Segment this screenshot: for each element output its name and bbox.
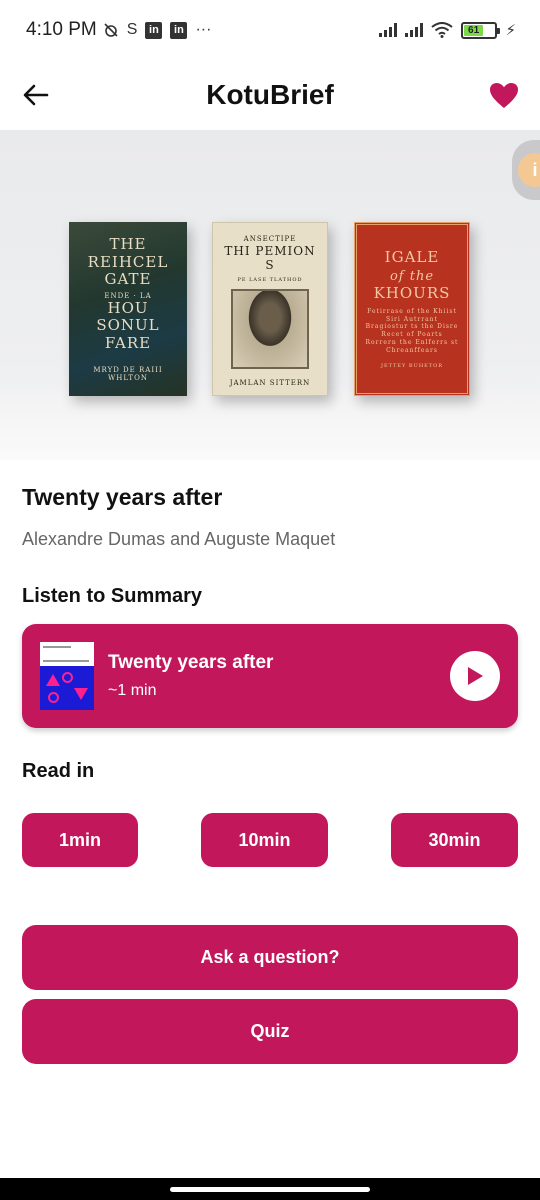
linkedin-icon: in [170, 21, 188, 39]
app-bar: KotuBrief [0, 60, 540, 130]
alarm-off-icon [104, 23, 118, 37]
status-time: 4:10 PM [26, 19, 97, 40]
book-title: Twenty years after [22, 484, 223, 510]
read-1min-button[interactable]: 1min [22, 813, 138, 867]
charging-icon: ⚡ [505, 22, 516, 39]
quiz-button[interactable]: Quiz [22, 999, 518, 1064]
portrait-illustration [231, 288, 309, 369]
battery-level: 61 [464, 24, 483, 36]
play-button[interactable] [450, 651, 500, 701]
s-icon: S [126, 21, 138, 38]
book-cover-3: IGALE of the KHOURS Fetirrase of the Khi… [354, 222, 470, 396]
floating-assistant-button[interactable]: i [512, 140, 540, 200]
battery-percent: 61 [468, 24, 480, 36]
book-cover-3-title: IGALE of the KHOURS [373, 248, 451, 302]
listen-heading: Listen to Summary [22, 585, 203, 607]
audio-duration: ~1 min [108, 682, 157, 699]
hero-floor [0, 390, 540, 460]
coin-icon: i [518, 153, 540, 187]
read-10min-button[interactable]: 10min [201, 813, 328, 867]
wifi-icon [431, 22, 454, 38]
signal-icon [379, 23, 398, 37]
read-in-heading: Read in [22, 760, 95, 782]
overflow-dots-icon: ··· [195, 21, 212, 38]
status-system: 61 ⚡ [379, 21, 516, 39]
back-button[interactable] [14, 73, 58, 117]
ask-question-button[interactable]: Ask a question? [22, 925, 518, 990]
system-nav-bar [0, 1178, 540, 1200]
status-bar: 4:10 PM S in in ··· 61 ⚡ [0, 0, 540, 60]
signal-icon [405, 23, 424, 37]
favorite-button[interactable] [482, 73, 526, 117]
status-notifications: S in in ··· [103, 21, 212, 39]
audio-text: Twenty years after ~1 min [108, 652, 273, 700]
audio-summary-card[interactable]: Twenty years after ~1 min [22, 624, 518, 728]
audio-thumbnail [40, 642, 94, 710]
book-cover-1-title: THE REIHCEL GATE [87, 235, 169, 288]
book-author: Alexandre Dumas and Auguste Maquet [22, 529, 336, 549]
heart-icon [490, 82, 518, 108]
cover-image: THE REIHCEL GATE ENDE · LA HOU SONUL FARE… [0, 130, 540, 460]
arrow-left-icon [23, 84, 49, 106]
audio-title: Twenty years after [108, 652, 274, 673]
linkedin-icon: in [145, 21, 163, 39]
battery-icon: 61 [461, 21, 501, 39]
book-cover-1: THE REIHCEL GATE ENDE · LA HOU SONUL FARE… [69, 222, 187, 396]
page-title: KotuBrief [206, 79, 334, 110]
play-icon [468, 667, 483, 685]
book-cover-2: ANSECTIPE THI PEMION S PE LASE TLATHOD J… [212, 222, 328, 396]
read-30min-button[interactable]: 30min [391, 813, 518, 867]
home-gesture-handle[interactable] [170, 1186, 370, 1192]
